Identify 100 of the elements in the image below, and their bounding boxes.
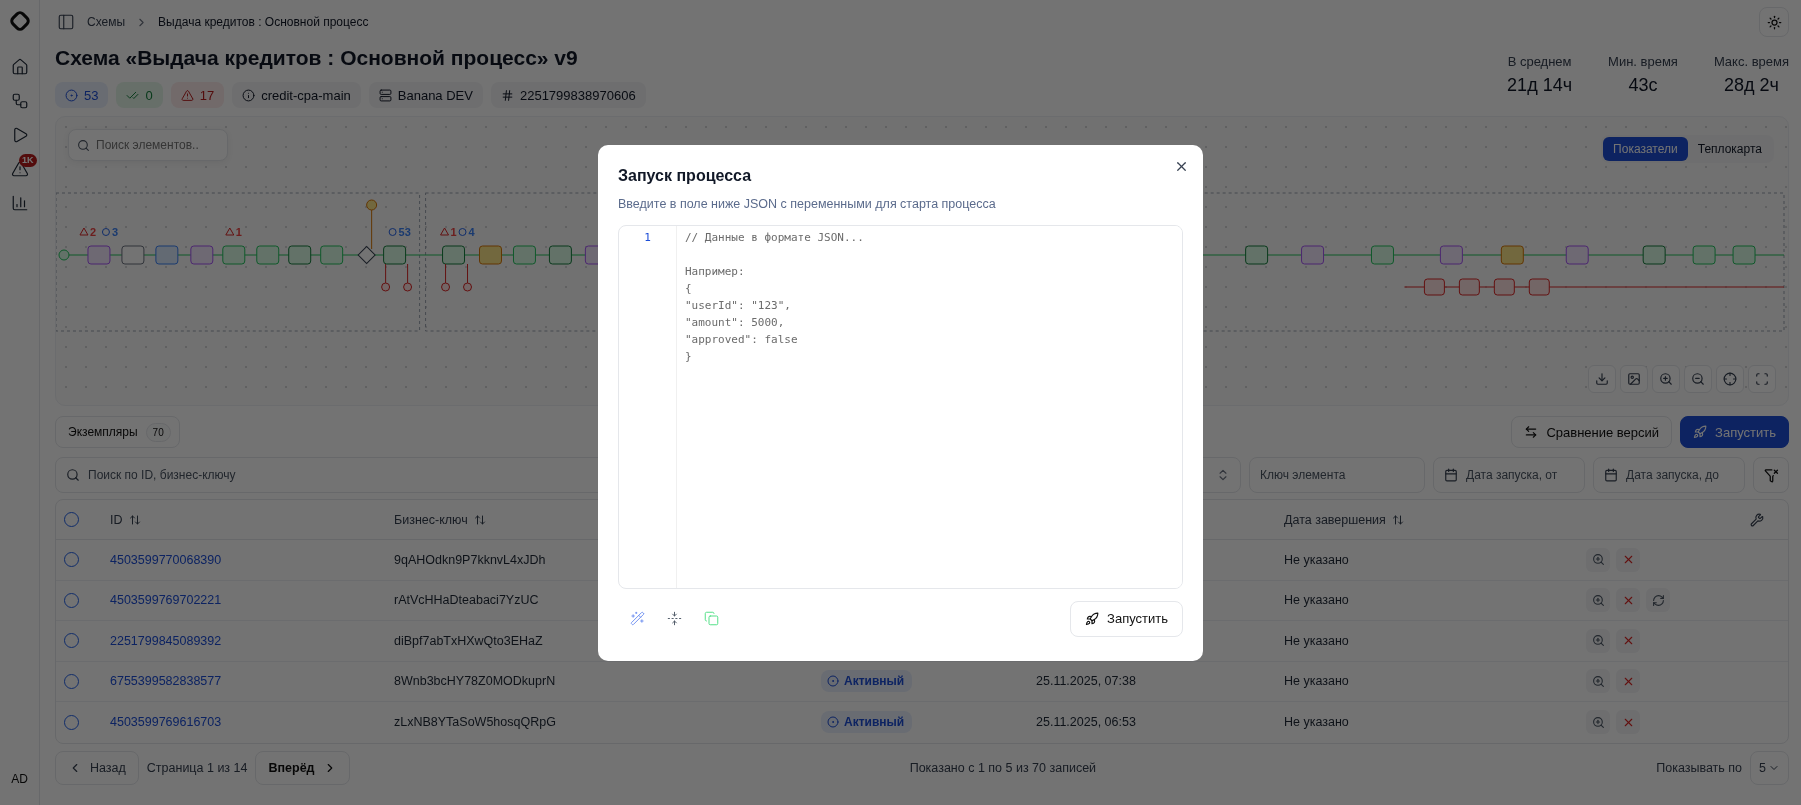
page-size-label: Показывать по	[1656, 760, 1743, 775]
status-badge: Активный	[821, 711, 913, 734]
launch-button[interactable]: Запустить	[1070, 600, 1183, 637]
cancel-button[interactable]	[1616, 588, 1640, 613]
zoom-out-icon	[1691, 372, 1705, 386]
column-header[interactable]: Дата завершения	[1284, 512, 1404, 527]
date-to-field[interactable]: Дата запуска, до	[1593, 457, 1745, 493]
column-header[interactable]: Бизнес-ключ	[394, 512, 486, 527]
diagram-count: 1	[235, 226, 242, 238]
instance-id-link[interactable]: 4503599769616703	[110, 715, 222, 730]
end-date-cell-text: Не указано	[1284, 674, 1350, 689]
swap-arrows-icon	[1524, 425, 1539, 439]
element-key-input[interactable]: Ключ элемента	[1260, 468, 1414, 482]
zoom-out-button[interactable]	[1684, 365, 1712, 393]
chip-label: 0	[145, 87, 153, 103]
row-checkbox[interactable]	[64, 633, 79, 649]
rocket-icon	[1085, 611, 1100, 626]
previous-page-button[interactable]: Назад	[55, 750, 139, 785]
download-icon	[1595, 372, 1609, 386]
chip-label: credit-cpa-main	[261, 87, 351, 103]
tab-label: Экземпляры	[68, 425, 138, 439]
row-checkbox[interactable]	[64, 592, 79, 608]
breadcrumb-link[interactable]: Схемы	[87, 15, 126, 29]
instance-id-link[interactable]: 6755399582838577	[110, 674, 222, 689]
instance-id-link[interactable]: 4503599770068390	[110, 552, 222, 567]
clear-filters-button[interactable]	[1753, 457, 1789, 493]
business-key-cell-text: 9qAHOdkn9P7kknvL4xJDh	[394, 552, 547, 567]
element-search-field[interactable]: Поиск элементов..	[68, 129, 228, 161]
inspect-button[interactable]	[1586, 669, 1610, 694]
breadcrumb-current: Выдача кредитов : Основной процесс	[158, 15, 369, 29]
element-search-input[interactable]: Поиск элементов..	[96, 138, 219, 152]
inspect-button[interactable]	[1586, 710, 1610, 735]
app-logo[interactable]	[8, 10, 31, 32]
row-checkbox[interactable]	[64, 673, 79, 689]
cancel-button[interactable]	[1616, 628, 1640, 653]
end-date-cell-text: Не указано	[1284, 593, 1350, 608]
inspect-button[interactable]	[1586, 588, 1610, 613]
wand-button[interactable]	[628, 609, 647, 628]
date-to-input[interactable]: Дата запуска, до	[1626, 468, 1734, 482]
stat-label: Макс. время	[1713, 54, 1789, 69]
fold-button[interactable]	[665, 609, 684, 628]
view-mode-tab[interactable]: Теплокарта	[1687, 137, 1772, 161]
user-avatar[interactable]: AD	[5, 765, 34, 793]
status-badge: Активный	[821, 670, 913, 693]
download-button[interactable]	[1588, 365, 1616, 393]
cancel-button[interactable]	[1616, 547, 1640, 572]
json-editor-field[interactable]: 1 // Данные в формате JSON... Например: { "userId": "123", "amount": 5000, "approved": false }	[618, 224, 1183, 589]
diagram-count: 1	[450, 226, 457, 238]
dialog-title: Запуск процесса	[618, 166, 753, 185]
column-header[interactable]: ID	[110, 512, 141, 527]
calendar-icon	[1444, 468, 1458, 482]
cancel-button[interactable]	[1616, 669, 1640, 694]
fit-button[interactable]	[1748, 365, 1776, 393]
select-all-checkbox[interactable]	[64, 512, 79, 527]
warning-icon	[440, 227, 450, 236]
dialog-description: Введите в поле ниже JSON с переменными для старта процесса	[618, 196, 997, 211]
fit-icon	[1755, 372, 1769, 386]
info-icon	[388, 228, 397, 236]
instance-id-link[interactable]: 4503599769702221	[110, 593, 222, 608]
view-mode-tab[interactable]: Показатели	[1603, 137, 1688, 161]
element-key-field[interactable]: Ключ элемента	[1249, 457, 1425, 493]
warning-icon	[79, 227, 89, 236]
instance-id-link[interactable]: 2251799845089392	[110, 633, 222, 648]
zoom-in-button[interactable]	[1652, 365, 1680, 393]
circle-dot-icon	[827, 716, 839, 729]
chip-label: 17	[199, 87, 215, 103]
retry-button[interactable]	[1646, 588, 1670, 613]
stat-label: В среднем	[1507, 54, 1572, 69]
column-settings-button[interactable]	[1748, 510, 1766, 529]
inspect-button[interactable]	[1586, 628, 1610, 653]
chip-label: Banana DEV	[397, 87, 473, 103]
inspect-button[interactable]	[1586, 547, 1610, 572]
alerts-nav-button[interactable]: 1K	[2, 154, 37, 184]
bar-chart-icon	[10, 194, 29, 212]
row-checkbox[interactable]	[64, 552, 79, 568]
business-key-cell-text: zLxNB8YTaSoW5hosqQRpG	[394, 715, 557, 730]
flow-icon	[10, 92, 29, 110]
instances-tab[interactable]: Экземпляры 70	[55, 416, 180, 448]
diagram-count: 4	[468, 226, 475, 238]
next-page-button[interactable]: Вперёд	[255, 750, 350, 785]
theme-toggle-button[interactable]	[1759, 7, 1789, 37]
sidebar-icon	[57, 13, 75, 31]
diagram-count: 3	[111, 226, 119, 238]
date-from-input[interactable]: Дата запуска, от	[1466, 468, 1574, 482]
page-size-select[interactable]: 5	[1750, 750, 1789, 785]
zoom-in-icon	[1591, 674, 1605, 688]
crosshair-button[interactable]	[1716, 365, 1744, 393]
date-from-field[interactable]: Дата запуска, от	[1433, 457, 1585, 493]
compare-button[interactable]: Сравнение версий	[1511, 416, 1673, 448]
calendar-icon	[1604, 468, 1618, 482]
business-key-cell-text: 8Wnb3bcHY78Z0MODkuprN	[394, 674, 557, 689]
chip-label: 53	[84, 87, 99, 103]
row-checkbox[interactable]	[64, 714, 79, 730]
copy-button[interactable]	[702, 609, 721, 628]
start-date-cell-text: 25.11.2025, 07:38	[1036, 674, 1137, 689]
wand-icon	[630, 611, 645, 626]
cancel-button[interactable]	[1616, 710, 1640, 735]
stat-label: Мин. время	[1608, 54, 1678, 69]
launch-button[interactable]: Запустить	[1680, 416, 1789, 448]
image-button[interactable]	[1620, 365, 1648, 393]
